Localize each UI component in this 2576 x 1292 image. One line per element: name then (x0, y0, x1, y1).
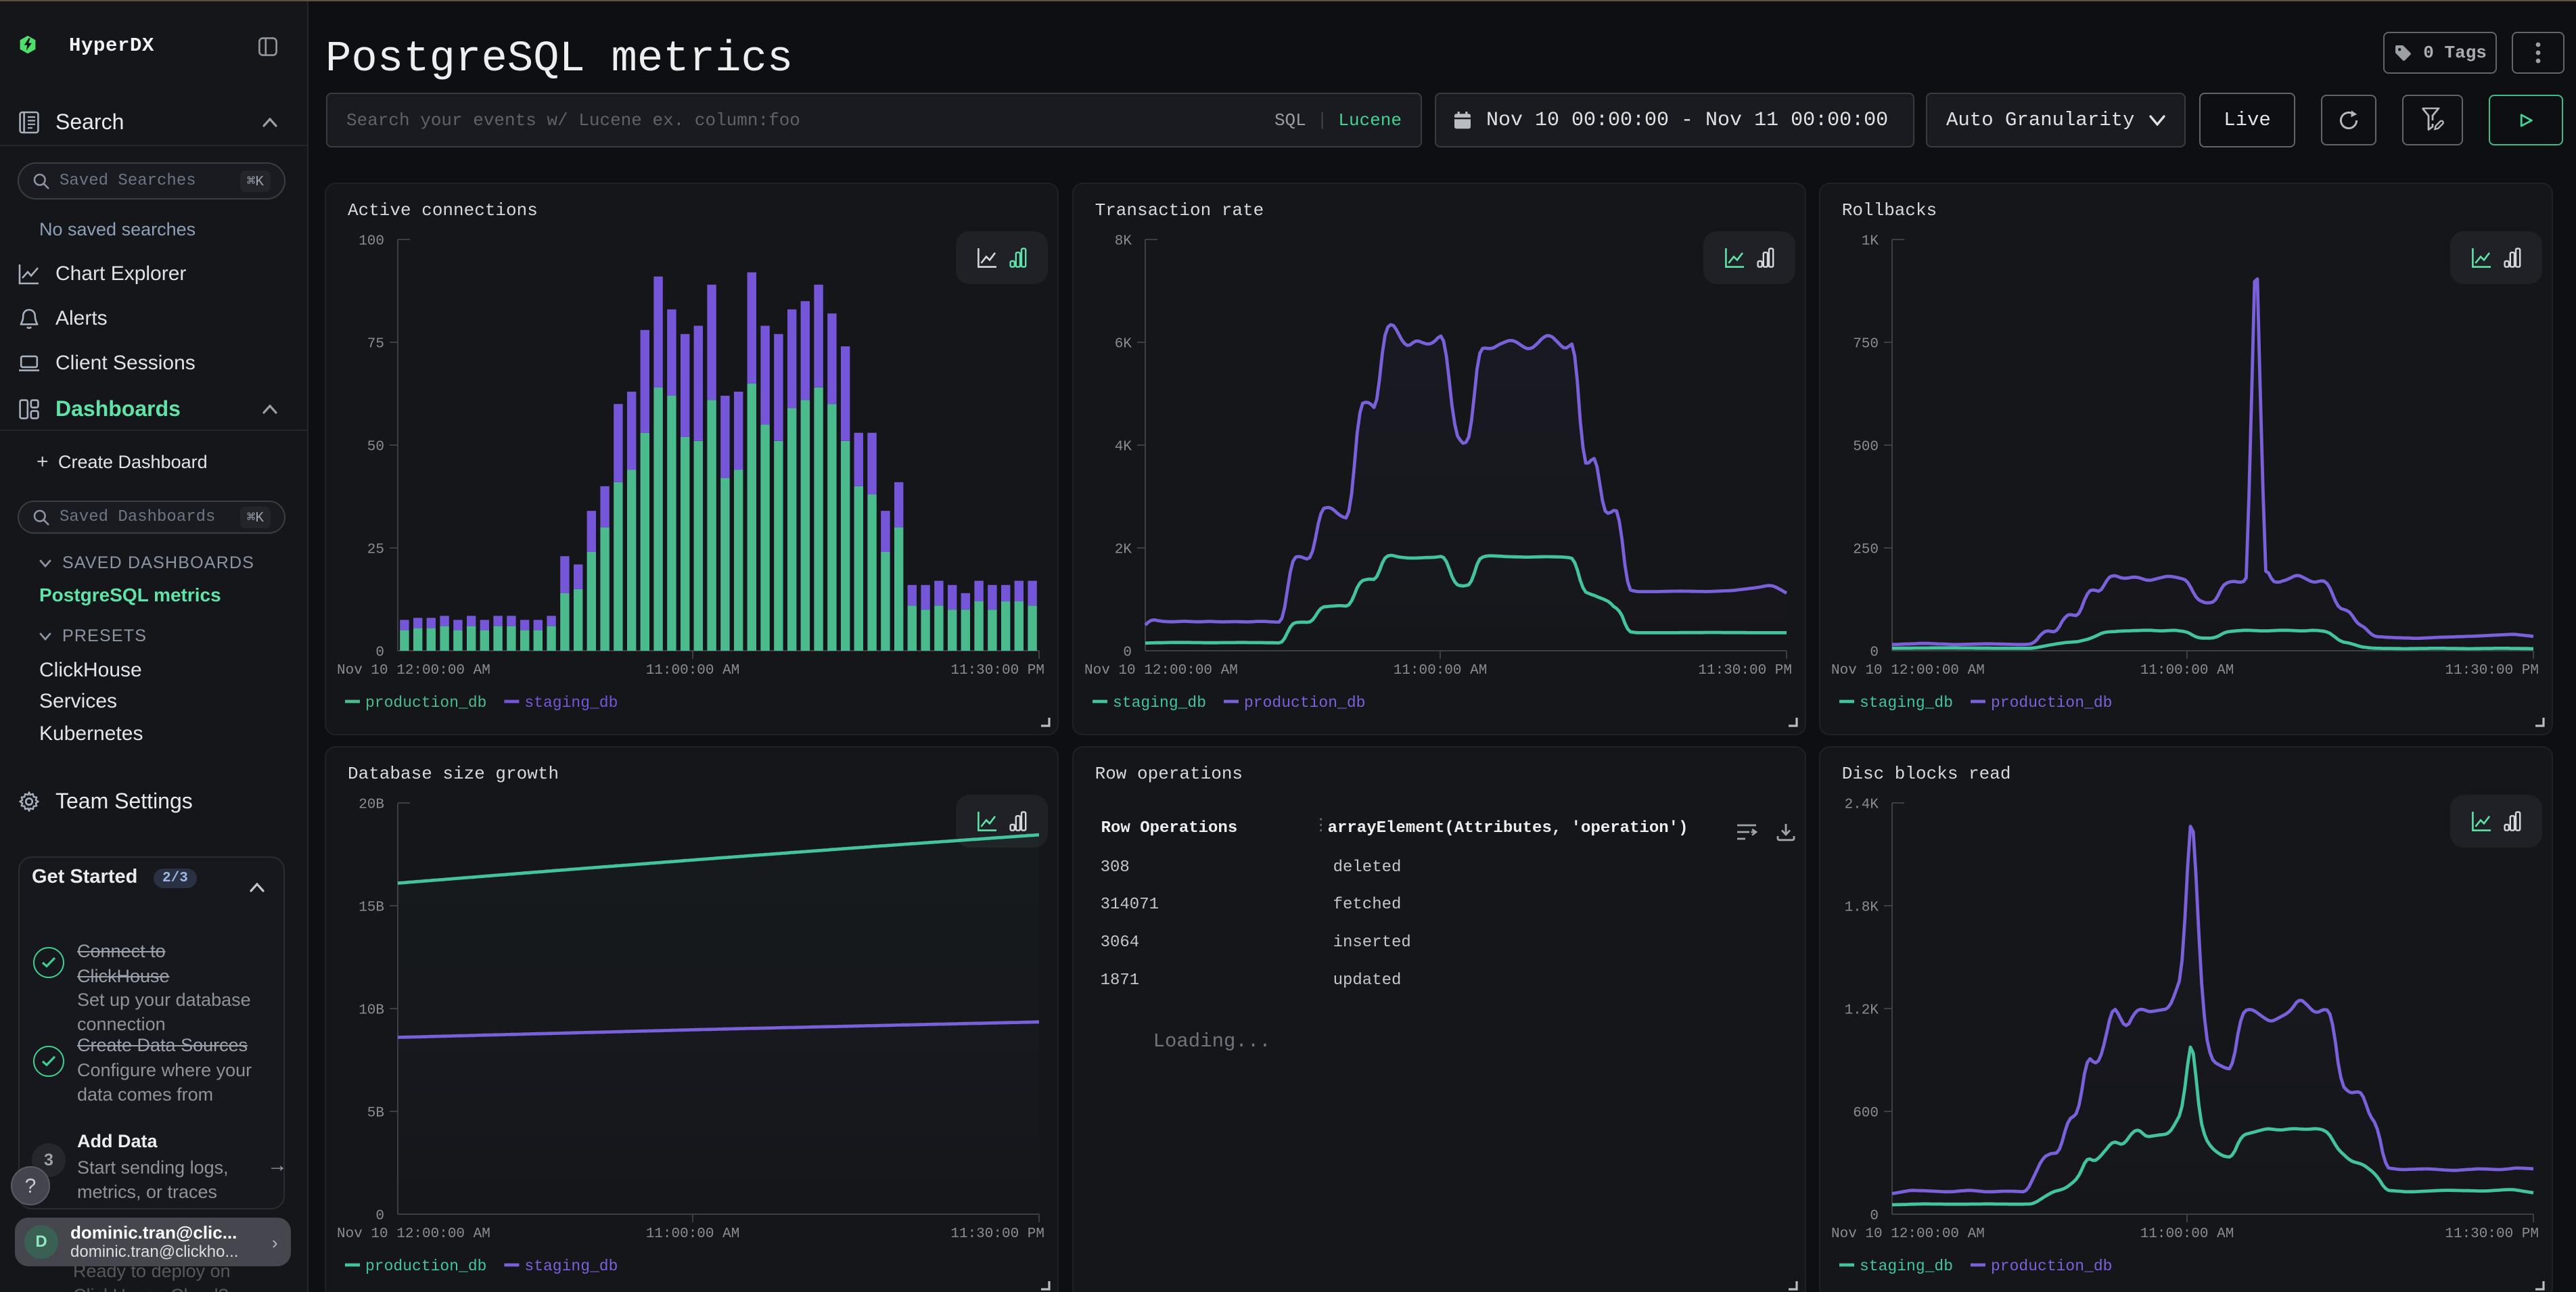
svg-text:11:30:00 PM: 11:30:00 PM (1698, 663, 1792, 678)
svg-text:25: 25 (367, 542, 384, 557)
svg-text:500: 500 (1853, 439, 1879, 455)
svg-text:11:00:00 AM: 11:00:00 AM (2140, 1226, 2234, 1242)
svg-text:5B: 5B (367, 1105, 384, 1121)
svg-text:2K: 2K (1114, 542, 1132, 557)
svg-text:staging_db: staging_db (524, 1258, 618, 1275)
svg-text:11:30:00 PM: 11:30:00 PM (2445, 663, 2539, 678)
svg-text:6K: 6K (1114, 336, 1132, 352)
svg-text:11:00:00 AM: 11:00:00 AM (1393, 663, 1487, 678)
svg-text:750: 750 (1853, 336, 1879, 352)
svg-text:Nov 10 12:00:00 AM: Nov 10 12:00:00 AM (337, 663, 490, 678)
svg-text:0: 0 (1870, 1208, 1879, 1224)
svg-text:production_db: production_db (365, 1258, 486, 1275)
svg-text:0: 0 (375, 645, 384, 660)
svg-text:staging_db: staging_db (1860, 694, 1953, 712)
svg-text:15B: 15B (359, 900, 384, 915)
svg-text:10B: 10B (359, 1002, 384, 1018)
svg-text:0: 0 (375, 1208, 384, 1224)
svg-text:11:00:00 AM: 11:00:00 AM (646, 1226, 740, 1242)
svg-text:11:00:00 AM: 11:00:00 AM (646, 663, 740, 678)
svg-text:production_db: production_db (1991, 1258, 2112, 1275)
svg-text:1.8K: 1.8K (1844, 900, 1879, 915)
svg-text:11:00:00 AM: 11:00:00 AM (2140, 663, 2234, 678)
svg-text:0: 0 (1870, 645, 1879, 660)
svg-text:production_db: production_db (1244, 694, 1365, 712)
svg-text:staging_db: staging_db (1113, 694, 1206, 712)
svg-text:11:30:00 PM: 11:30:00 PM (950, 663, 1044, 678)
svg-text:staging_db: staging_db (524, 694, 618, 712)
svg-text:1.2K: 1.2K (1844, 1002, 1879, 1018)
svg-text:250: 250 (1853, 542, 1879, 557)
svg-text:Nov 10 12:00:00 AM: Nov 10 12:00:00 AM (1084, 663, 1238, 678)
svg-text:11:30:00 PM: 11:30:00 PM (2445, 1226, 2539, 1242)
svg-text:20B: 20B (359, 797, 384, 812)
svg-text:11:30:00 PM: 11:30:00 PM (950, 1226, 1044, 1242)
svg-text:2.4K: 2.4K (1844, 797, 1879, 812)
svg-text:staging_db: staging_db (1860, 1258, 1953, 1275)
svg-text:4K: 4K (1114, 439, 1132, 455)
svg-text:production_db: production_db (365, 694, 486, 712)
svg-text:75: 75 (367, 336, 384, 352)
svg-text:50: 50 (367, 439, 384, 455)
svg-text:100: 100 (359, 233, 384, 249)
svg-text:0: 0 (1123, 645, 1132, 660)
svg-text:1K: 1K (1862, 233, 1879, 249)
svg-text:production_db: production_db (1991, 694, 2112, 712)
svg-text:Nov 10 12:00:00 AM: Nov 10 12:00:00 AM (1831, 663, 1985, 678)
svg-text:Nov 10 12:00:00 AM: Nov 10 12:00:00 AM (337, 1226, 490, 1242)
svg-text:8K: 8K (1114, 233, 1132, 249)
svg-text:600: 600 (1853, 1105, 1879, 1121)
svg-text:Nov 10 12:00:00 AM: Nov 10 12:00:00 AM (1831, 1226, 1985, 1242)
